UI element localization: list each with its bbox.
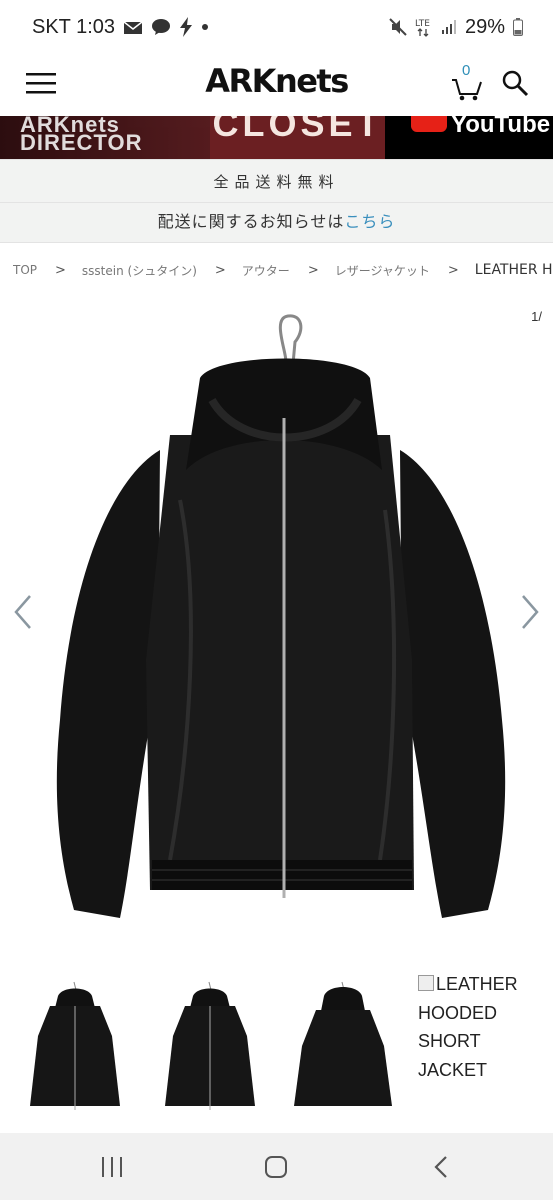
mail-icon	[123, 19, 143, 35]
promo-banner[interactable]: ARKnets DIRECTOR CLOSET YouTube	[0, 116, 553, 159]
shipping-notice-text: 配送に関するお知らせは	[157, 212, 345, 231]
next-image-arrow[interactable]	[515, 590, 545, 634]
thumbnail-image-2[interactable]	[155, 976, 265, 1116]
status-right: LTE 29%	[389, 16, 523, 39]
cart-count-badge: 0	[462, 62, 471, 79]
thumbnail-image-1[interactable]	[20, 976, 130, 1116]
mute-icon	[389, 18, 407, 36]
header-actions: 0	[451, 62, 529, 102]
breadcrumb-item-brand[interactable]: ssstein (シュタイン)	[82, 262, 197, 279]
free-shipping-notice: 全品送料無料	[0, 159, 553, 203]
banner-director-text: ARKnets DIRECTOR	[0, 116, 210, 159]
shipping-info-notice: 配送に関するお知らせはこちら	[0, 203, 553, 243]
recent-apps-icon[interactable]	[82, 1147, 142, 1187]
breadcrumb-item-top[interactable]: TOP	[13, 263, 37, 277]
slide-counter: 1/	[531, 309, 542, 324]
thumbnail-strip: LEATHER HOODED SHORT JACKET	[0, 970, 553, 1120]
chevron-right-icon: >	[447, 262, 459, 278]
clock: SKT 1:03	[32, 15, 116, 38]
broken-image-icon	[418, 975, 434, 992]
breadcrumb-current: LEATHER HOODED S	[474, 262, 553, 278]
product-main-image[interactable]	[40, 300, 520, 950]
thumbnail-image-3[interactable]	[288, 976, 398, 1116]
breadcrumb-item-outer[interactable]: アウター	[242, 262, 290, 279]
site-logo[interactable]: ARKnets	[205, 62, 349, 100]
battery-percent: 29%	[464, 15, 505, 38]
chevron-right-icon: >	[307, 262, 319, 278]
shipping-notice-link[interactable]: こちら	[344, 212, 395, 231]
battery-icon	[513, 18, 523, 36]
status-bar: SKT 1:03 LTE 29%	[0, 0, 553, 54]
site-header: ARKnets 0	[0, 54, 553, 116]
banner-youtube: YouTube	[385, 116, 553, 159]
status-left: SKT 1:03	[32, 16, 209, 39]
signal-icon	[441, 19, 457, 35]
chevron-right-icon: >	[214, 262, 226, 278]
search-icon[interactable]	[501, 69, 529, 102]
chevron-right-icon: >	[55, 262, 66, 278]
dot-icon	[201, 23, 209, 31]
banner-closet-text: CLOSET	[210, 116, 385, 159]
lte-icon: LTE	[415, 17, 433, 37]
banner-youtube-text: YouTube	[451, 116, 551, 138]
breadcrumb: TOP > ssstein (シュタイン) > アウター > レザージャケット …	[13, 258, 553, 282]
cart-button[interactable]: 0	[451, 62, 483, 102]
back-icon[interactable]	[411, 1147, 471, 1187]
talk-icon	[151, 18, 171, 36]
system-navigation-bar	[0, 1133, 553, 1200]
hamburger-menu-icon[interactable]	[26, 71, 56, 100]
breadcrumb-item-leather-jacket[interactable]: レザージャケット	[335, 262, 430, 279]
youtube-icon	[411, 116, 447, 132]
cart-icon	[451, 79, 483, 106]
bolt-icon	[179, 17, 193, 37]
thumbnail-image-4-broken[interactable]: LEATHER HOODED SHORT JACKET	[418, 970, 553, 1084]
svg-text:LTE: LTE	[415, 19, 430, 29]
home-icon[interactable]	[246, 1147, 306, 1187]
prev-image-arrow[interactable]	[8, 590, 38, 634]
